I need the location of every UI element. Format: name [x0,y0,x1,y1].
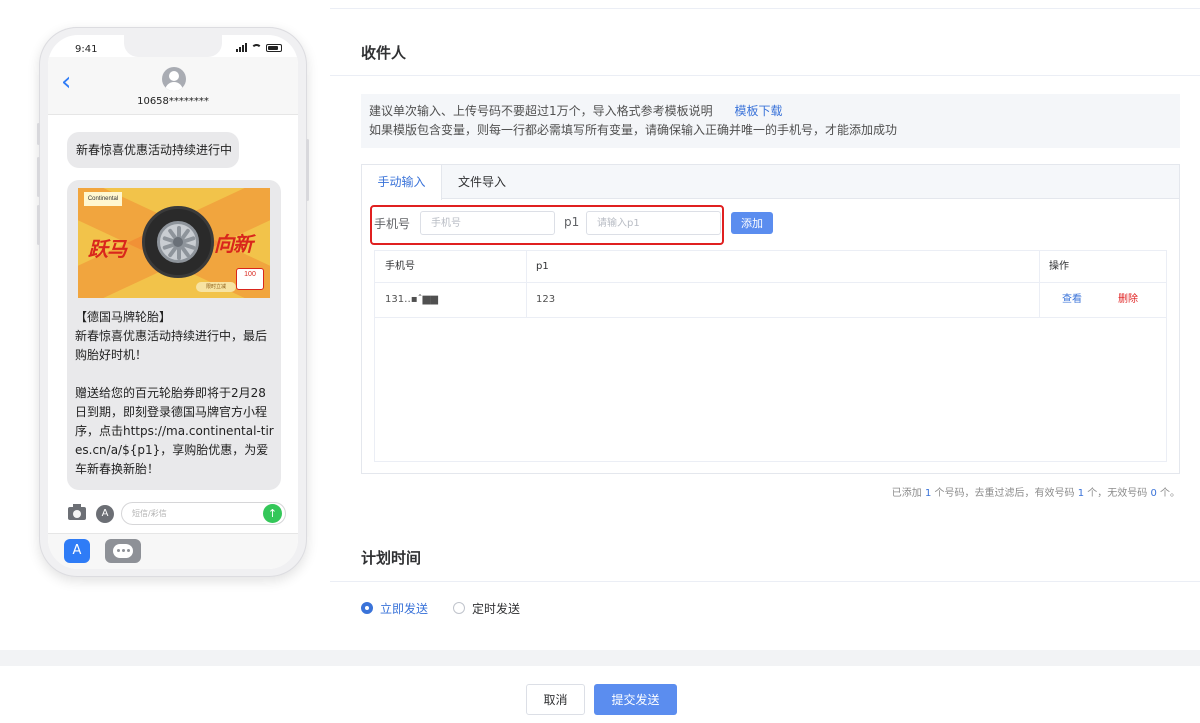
schedule-options: 立即发送 定时发送 [361,598,545,618]
tip-line-2: 如果模版包含变量，则每一行都必需填写所有变量，请确保输入正确并唯一的手机号，才能… [369,123,898,137]
sms-input[interactable]: 短信/彩信 [121,502,286,525]
banner-promo-tag: 限时立减 [196,282,236,292]
summary-prefix: 已添加 [891,488,922,499]
tab-manual-input[interactable]: 手动输入 [362,165,442,200]
section-divider [330,581,1200,582]
radio-scheduled-send-label[interactable]: 定时发送 [472,600,520,617]
summary-suffix: 个。 [1160,488,1180,499]
phone-power-button [306,139,309,201]
phone-volume-up [37,157,40,197]
wifi-icon [251,43,262,52]
app-store-icon[interactable]: A [96,505,114,523]
template-download-link[interactable]: 模板下载 [734,104,782,118]
summary-invalid-count: 0 [1150,488,1157,499]
column-header-phone: 手机号 [385,261,415,272]
row-phone: 131‥▪︎ˆ▆▆ [385,294,438,305]
phone-input[interactable] [420,211,555,235]
phone-volume-down [37,205,40,245]
radio-scheduled-send[interactable] [453,602,466,614]
tip-line-1: 建议单次输入、上传号码不要超过1万个，导入格式参考模板说明 [369,104,713,118]
message-input-row: A 短信/彩信 ↑ [48,497,298,529]
top-divider [330,8,1200,9]
cancel-button[interactable]: 取消 [526,684,585,715]
message-body: 【德国马牌轮胎】 新春惊喜优惠活动持续进行中，最后购胎好时机！ 赠送给您的百元轮… [75,310,274,476]
status-time: 9:41 [75,44,98,55]
more-icon[interactable] [105,539,141,563]
battery-icon [266,43,282,52]
summary-added-count: 1 [924,488,932,499]
schedule-title: 计划时间 [361,549,422,567]
add-button[interactable]: 添加 [731,212,773,234]
summary-text: 已添加 1 个号码，去重过滤后，有效号码 1 个，无效号码 0 个。 [892,484,1180,499]
row-divider [375,317,1166,318]
summary-mid-2: 个，无效号码 [1087,488,1148,499]
sender-number: 10658******** [137,96,209,107]
column-divider [526,251,527,318]
chat-header: ‹ 10658******** [48,57,298,115]
delete-link[interactable]: 删除 [1118,283,1138,317]
banner-right-text: 向新 [214,232,253,256]
header-divider [375,282,1166,283]
p1-label: p1 [564,215,580,229]
radio-send-now-label[interactable]: 立即发送 [380,600,428,617]
footer-separator [0,650,1200,666]
send-icon[interactable]: ↑ [263,504,282,523]
tab-file-import[interactable]: 文件导入 [442,165,522,199]
camera-icon[interactable] [68,504,86,520]
summary-valid-count: 1 [1077,488,1085,499]
recipient-table: 手机号 p1 操作 131‥▪︎ˆ▆▆ 123 查看 删除 [374,250,1167,462]
phone-label: 手机号 [374,217,411,231]
tire-icon [142,206,214,278]
promo-banner-image: Continental 跃马 向新 限时立减 100 [78,188,270,298]
phone-notch [124,35,222,57]
banner-badge: 100 [236,268,264,290]
avatar [162,67,186,91]
submit-send-button[interactable]: 提交发送 [594,684,677,715]
column-divider [1039,251,1040,318]
summary-mid-1: 个号码，去重过滤后，有效号码 [934,488,1075,499]
phone-preview: 9:41 ‹ 10658******** 新春惊喜优惠活动持续进行中 Conti… [37,27,309,577]
app-store-dock-icon[interactable]: A [64,539,90,563]
column-header-p1: p1 [536,261,549,272]
app-dock: A [48,533,298,569]
signal-icon [236,43,247,52]
status-icons [236,43,282,52]
p1-input[interactable] [586,211,721,235]
phone-side-button [37,123,40,145]
chevron-left-icon[interactable]: ‹ [61,69,71,95]
message-bubble-preview: 新春惊喜优惠活动持续进行中 [67,132,239,168]
view-link[interactable]: 查看 [1062,283,1082,317]
row-p1: 123 [536,294,556,305]
banner-left-text: 跃马 [88,237,127,261]
radio-send-now[interactable] [361,602,373,614]
tips-box: 建议单次输入、上传号码不要超过1万个，导入格式参考模板说明 模板下载 如果模版包… [361,94,1180,148]
phone-screen: 9:41 ‹ 10658******** 新春惊喜优惠活动持续进行中 Conti… [48,35,298,569]
column-header-actions: 操作 [1049,261,1069,272]
message-bubble: Continental 跃马 向新 限时立减 100 【德国马牌轮胎】 新春惊喜… [67,180,281,490]
brand-logo: Continental [84,192,122,206]
recipient-title: 收件人 [361,44,407,62]
section-divider [330,75,1200,76]
input-tabs: 手动输入 文件导入 [362,165,1179,200]
